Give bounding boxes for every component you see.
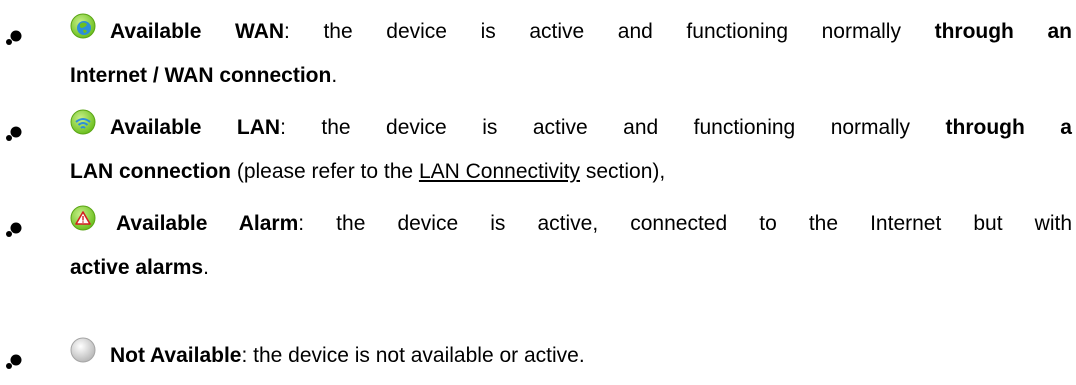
emphasis-text: through an (934, 20, 1072, 43)
wifi-lan-icon (70, 109, 96, 135)
punctuation-text: . (203, 256, 209, 279)
alarm-warning-icon (70, 205, 96, 231)
item-text-line-2: Internet / WAN connection. (70, 54, 1072, 98)
status-label: Available WAN (110, 20, 285, 43)
globe-wan-icon (70, 13, 96, 39)
item-text-line-1: Available LAN: the device is active and … (110, 106, 1072, 150)
status-label: Available Alarm (116, 212, 299, 235)
description-text: : the device is active and functioning n… (280, 116, 946, 139)
emphasis-text: through a (945, 116, 1072, 139)
item-text-line-1: Available WAN: the device is active and … (110, 10, 1072, 54)
bullet-icon (6, 126, 22, 141)
punctuation-text: . (331, 64, 338, 87)
description-text: section), (580, 160, 666, 183)
emphasis-text: active alarms (70, 256, 204, 279)
description-text: (please refer to the (231, 160, 419, 183)
item-text-line-2: LAN connection (please refer to the LAN … (70, 150, 1072, 194)
item-text-line-1: Available Alarm: the device is active, c… (116, 202, 1072, 246)
status-label: Not Available (110, 344, 242, 367)
status-label: Available LAN (110, 116, 281, 139)
emphasis-text: LAN connection (70, 160, 231, 183)
bullet-icon (6, 30, 22, 45)
description-text: : the device is active and functioning n… (284, 20, 935, 43)
item-text-line-1: Not Available: the device is not availab… (110, 334, 1072, 378)
not-available-icon (70, 337, 96, 363)
description-text: : the device is active, connected to the… (298, 212, 1072, 235)
item-text-line-2: active alarms. (70, 246, 1072, 290)
emphasis-text: Internet / WAN connection (70, 64, 332, 87)
bullet-icon (6, 222, 22, 237)
description-text: : the device is not available or active. (241, 344, 585, 367)
lan-connectivity-link[interactable]: LAN Connectivity (419, 160, 580, 183)
bullet-icon (6, 354, 22, 369)
